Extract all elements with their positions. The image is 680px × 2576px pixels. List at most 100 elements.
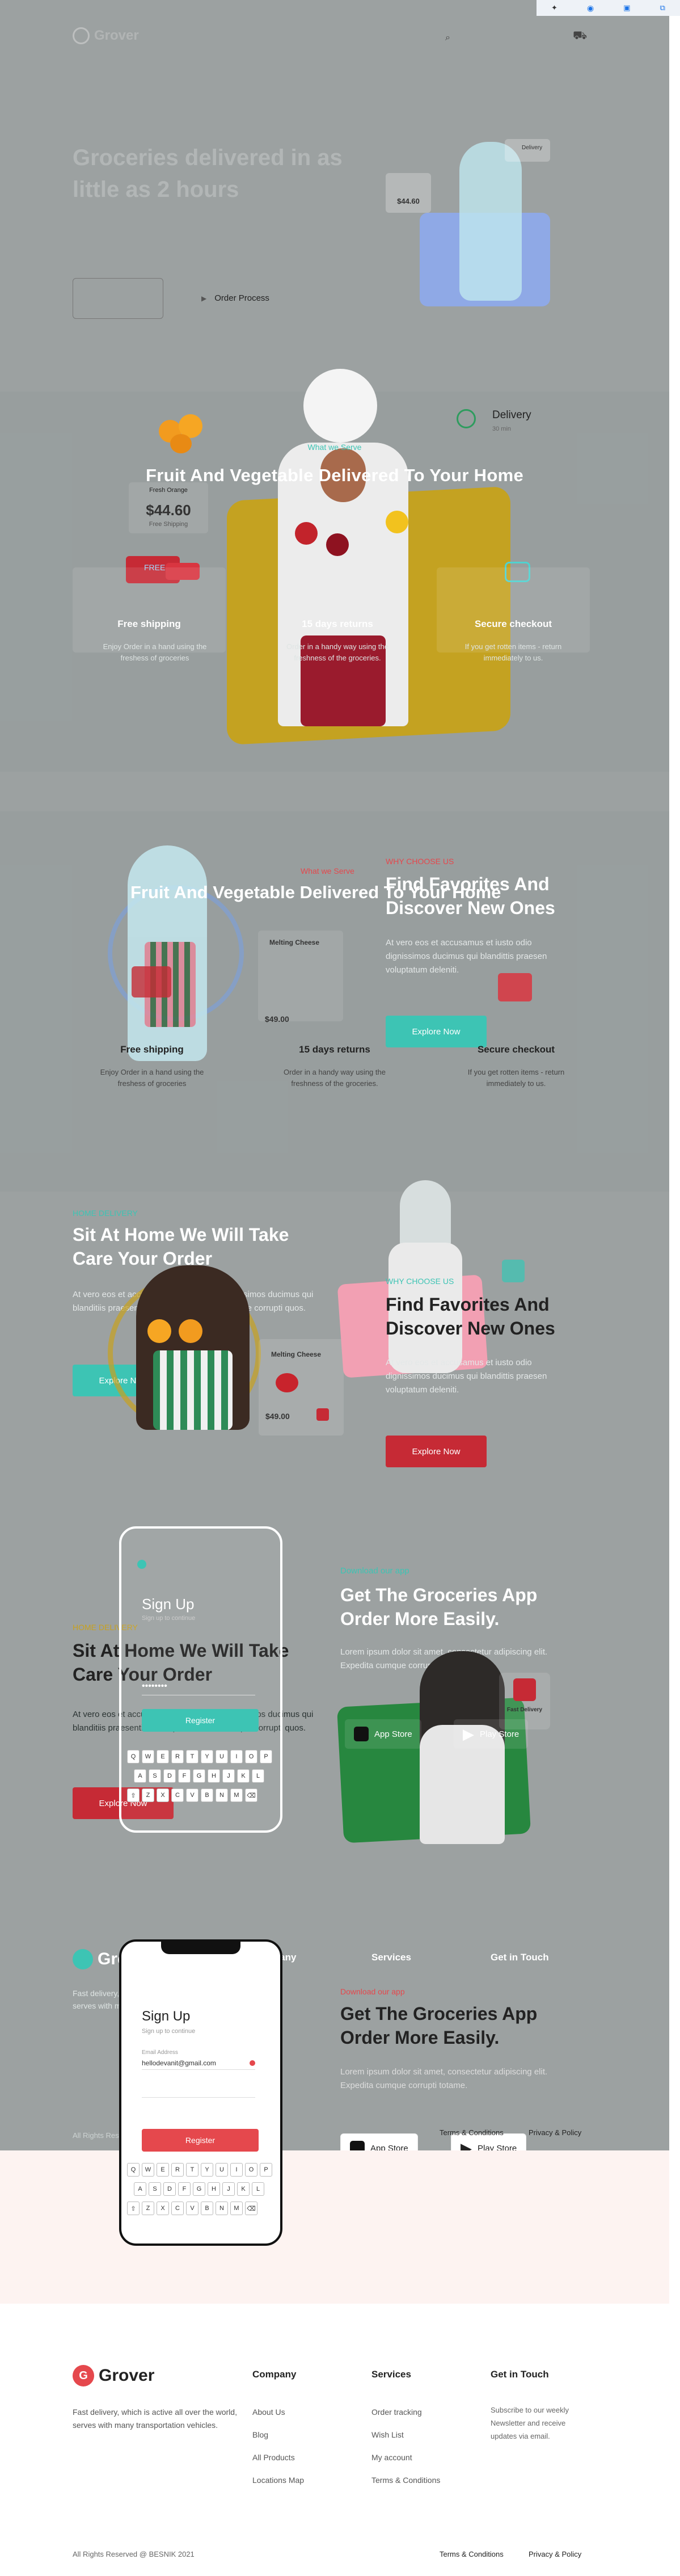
keyboard-key[interactable]: ⌫ — [245, 2202, 257, 2215]
keyboard-key[interactable]: Q — [127, 2163, 140, 2177]
keyboard-key[interactable]: H — [208, 2182, 220, 2196]
footer-link-locations[interactable]: Locations Map — [252, 2476, 304, 2485]
keyboard-key[interactable]: K — [237, 1769, 250, 1783]
home-label: HOME DELIVERY — [73, 1209, 138, 1218]
keyboard-key[interactable]: N — [216, 2202, 228, 2215]
phone-email-field[interactable]: Email Address hellodevanit@gmail.com — [142, 2049, 255, 2070]
keyboard-key[interactable]: H — [208, 1769, 220, 1783]
phone-keyboard[interactable]: Q W E R T Y U I O P A S D F G H J K L ⇧ Z X C V B N M ⌫ — [127, 1750, 274, 1824]
header-search-icon[interactable]: ⌕ — [445, 33, 450, 43]
header-logo[interactable]: Grover — [73, 27, 139, 44]
keyboard-key[interactable]: Z — [142, 1788, 154, 1802]
feature-desc-shipping: Enjoy Order in a hand using the freshess… — [103, 642, 207, 662]
keyboard-key[interactable]: D — [163, 2182, 176, 2196]
keyboard-key[interactable]: U — [216, 2163, 228, 2177]
add-cart-icon[interactable] — [316, 1408, 329, 1421]
eye-icon[interactable]: ◉ — [587, 3, 594, 13]
extension-icon[interactable]: ⧉ — [660, 3, 665, 12]
keyboard-key[interactable]: D — [163, 1769, 176, 1783]
footer-logo-icon: G — [73, 2365, 94, 2386]
keyboard-key[interactable]: A — [134, 1769, 146, 1783]
keyboard-key[interactable]: A — [134, 2182, 146, 2196]
hero-order-process-link[interactable]: ▶ Order Process — [201, 293, 269, 303]
keyboard-key[interactable]: O — [245, 2163, 257, 2177]
footer-link-blog[interactable]: Blog — [252, 2430, 268, 2439]
keyboard-key[interactable]: O — [245, 1750, 257, 1763]
keyboard-key[interactable]: P — [260, 1750, 272, 1763]
footer-link-about[interactable]: About Us — [252, 2407, 285, 2417]
keyboard-key[interactable]: Q — [127, 1750, 140, 1763]
footer-link-my-account[interactable]: My account — [371, 2453, 412, 2462]
keyboard-key[interactable]: E — [157, 2163, 169, 2177]
phone-2-password-field[interactable] — [142, 2081, 255, 2098]
keyboard-key[interactable]: B — [201, 2202, 213, 2215]
footer-privacy-link[interactable]: Privacy & Policy — [529, 2549, 581, 2560]
keyboard-key[interactable]: C — [171, 2202, 184, 2215]
keyboard-key[interactable]: T — [186, 2163, 198, 2177]
keyboard-key[interactable]: S — [149, 1769, 161, 1783]
delivery-card: Delivery 30 min — [457, 406, 570, 440]
keyboard-key[interactable]: G — [193, 2182, 205, 2196]
app-store-button-dim[interactable]: App Store — [345, 1719, 421, 1749]
phone-register-button[interactable]: Register — [142, 1709, 259, 1732]
keyboard-key[interactable]: G — [193, 1769, 205, 1783]
keyboard-key[interactable]: T — [186, 1750, 198, 1763]
why-feature-0-title: Free shipping — [120, 1044, 184, 1055]
keyboard-key[interactable]: ⇧ — [127, 2202, 140, 2215]
footer-link-products[interactable]: All Products — [252, 2453, 295, 2462]
phone-mockup-bottom: Sign Up Sign up to continue Email Addres… — [119, 1939, 282, 2246]
keyboard-key[interactable]: J — [222, 1769, 235, 1783]
keyboard-key[interactable]: ⌫ — [245, 1788, 257, 1802]
keyboard-key[interactable]: C — [171, 1788, 184, 1802]
header-cart-icon[interactable]: ⛟ — [573, 30, 587, 44]
why-label: WHY CHOOSE US — [386, 857, 454, 866]
keyboard-key[interactable]: B — [201, 1788, 213, 1802]
phone-2-keyboard[interactable]: Q W E R T Y U I O P A S D F G H J K L ⇧ Z X C V B N M ⌫ — [127, 2163, 274, 2237]
footer-link-wish-list[interactable]: Wish List — [371, 2430, 404, 2439]
page: ✦ ◉ ▣ ⧉ Grover ⌕ ⛟ Groceries delivered i… — [0, 0, 680, 2576]
download-label: Download our app — [340, 1566, 409, 1576]
keyboard-key[interactable]: Y — [201, 2163, 213, 2177]
keyboard-key[interactable]: F — [178, 1769, 191, 1783]
footer-terms-link[interactable]: Terms & Conditions — [440, 2549, 504, 2560]
keyboard-key[interactable]: X — [157, 2202, 169, 2215]
keyboard-key[interactable]: J — [222, 2182, 235, 2196]
keyboard-key[interactable]: V — [186, 1788, 198, 1802]
pin-icon[interactable]: ✦ — [551, 3, 557, 12]
phone-2-register-button[interactable]: Register — [142, 2129, 259, 2152]
footer-copyright: All Rights Reserved @ BESNIK 2021 — [73, 2550, 195, 2558]
ghost-privacy-link[interactable]: Privacy & Policy — [529, 2128, 581, 2138]
lock-icon[interactable]: ▣ — [623, 3, 630, 12]
keyboard-key[interactable]: V — [186, 2202, 198, 2215]
home-why-explore-button[interactable]: Explore Now — [386, 1436, 487, 1467]
keyboard-key[interactable]: M — [230, 1788, 243, 1802]
keyboard-key[interactable]: L — [252, 1769, 264, 1783]
keyboard-key[interactable]: ⇧ — [127, 1788, 140, 1802]
keyboard-key[interactable]: F — [178, 2182, 191, 2196]
keyboard-key[interactable]: W — [142, 2163, 154, 2177]
keyboard-key[interactable]: R — [171, 2163, 184, 2177]
footer-logo[interactable]: G Grover — [73, 2365, 154, 2386]
phone-password-field[interactable]: •••••••• — [142, 1676, 255, 1695]
keyboard-key[interactable]: Y — [201, 1750, 213, 1763]
keyboard-key[interactable]: S — [149, 2182, 161, 2196]
keyboard-key[interactable]: U — [216, 1750, 228, 1763]
keyboard-key[interactable]: P — [260, 2163, 272, 2177]
hero-get-started-button[interactable] — [73, 278, 163, 319]
keyboard-key[interactable]: K — [237, 2182, 250, 2196]
keyboard-key[interactable]: M — [230, 2202, 243, 2215]
keyboard-key[interactable]: W — [142, 1750, 154, 1763]
keyboard-key[interactable]: R — [171, 1750, 184, 1763]
why-explore-button[interactable]: Explore Now — [386, 1016, 487, 1047]
keyboard-key[interactable]: N — [216, 1788, 228, 1802]
ghost-terms-link[interactable]: Terms & Conditions — [440, 2128, 504, 2138]
keyboard-key[interactable]: E — [157, 1750, 169, 1763]
keyboard-key[interactable]: X — [157, 1788, 169, 1802]
phone-signup-subtitle: Sign up to continue — [142, 1615, 196, 1622]
keyboard-key[interactable]: L — [252, 2182, 264, 2196]
keyboard-key[interactable]: Z — [142, 2202, 154, 2215]
keyboard-key[interactable]: I — [230, 1750, 243, 1763]
keyboard-key[interactable]: I — [230, 2163, 243, 2177]
footer-link-terms[interactable]: Terms & Conditions — [371, 2476, 440, 2485]
footer-link-order-tracking[interactable]: Order tracking — [371, 2407, 422, 2417]
